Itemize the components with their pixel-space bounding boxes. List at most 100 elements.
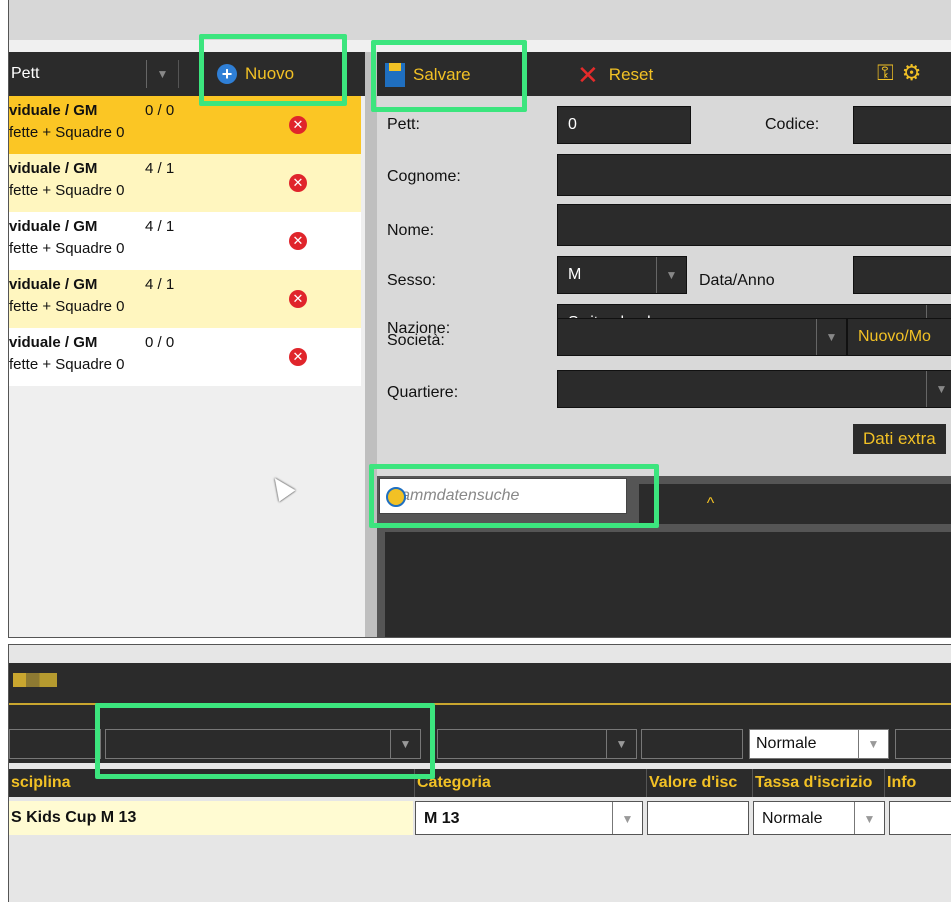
delete-icon[interactable]: ✕: [289, 116, 307, 134]
filter-tax-value: Normale: [756, 735, 817, 752]
discipline-entry-panel: ▼ ▼ Normale ▼ sciplina Categoria Valore …: [8, 644, 951, 902]
nome-input[interactable]: [557, 204, 951, 246]
pett-input-value: 0: [568, 116, 577, 133]
societa-select[interactable]: ▼: [557, 318, 847, 356]
key-search-icon[interactable]: [386, 487, 406, 507]
cell-categoria-select[interactable]: M 13 ▼: [415, 801, 643, 835]
row-subtitle: fette + Squadre 0: [9, 356, 125, 373]
form-toolbar: Salvare ✕ Reset ⚿ ⚙: [377, 52, 951, 96]
window-caption: [9, 0, 951, 40]
tool-icons: ⚿ ⚙: [877, 60, 921, 86]
cognome-input[interactable]: [557, 154, 951, 196]
extra-data-button[interactable]: Dati extra: [853, 424, 946, 454]
row-title: viduale / GM: [9, 334, 98, 351]
cell-categoria-value: M 13: [424, 810, 460, 827]
delete-icon[interactable]: ✕: [289, 232, 307, 250]
row-score: 4 / 1: [145, 218, 175, 235]
save-label: Salvare: [413, 65, 471, 84]
delete-icon[interactable]: ✕: [289, 290, 307, 308]
save-button[interactable]: Salvare: [385, 60, 471, 90]
nome-label: Nome:: [387, 222, 435, 239]
chevron-down-icon[interactable]: ▼: [926, 371, 951, 407]
filter-value-input[interactable]: [641, 729, 743, 759]
row-title: viduale / GM: [9, 276, 98, 293]
chevron-down-icon[interactable]: ▼: [858, 730, 888, 758]
chevron-down-icon[interactable]: ▼: [816, 319, 846, 355]
collapse-bar[interactable]: ^: [639, 484, 951, 524]
row-subtitle: fette + Squadre 0: [9, 298, 125, 315]
societa-label: Società:: [387, 332, 445, 349]
sesso-select-value: M: [568, 266, 582, 283]
quartiere-select[interactable]: ▼: [557, 370, 951, 408]
list-toolbar: Pett ▼ + Nuovo: [9, 52, 365, 96]
filter-select-category[interactable]: ▼: [437, 729, 637, 759]
filter-info-input[interactable]: [895, 729, 951, 759]
participant-row[interactable]: viduale / GM 4 / 1 fette + Squadre 0 ✕: [9, 154, 361, 212]
col-header-valore[interactable]: Valore d'isc: [647, 769, 753, 797]
panel-splitter[interactable]: [365, 52, 377, 637]
key-ring-icon[interactable]: ⚿: [877, 60, 894, 86]
gear-icon[interactable]: ⚙: [902, 60, 922, 86]
delete-icon[interactable]: ✕: [289, 174, 307, 192]
row-subtitle: fette + Squadre 0: [9, 124, 125, 141]
blurred-logo: [13, 673, 57, 687]
chevron-down-icon[interactable]: ▼: [612, 802, 642, 834]
cell-tassa-select[interactable]: Normale ▼: [753, 801, 885, 835]
row-title: viduale / GM: [9, 160, 98, 177]
col-header-disciplina[interactable]: sciplina: [9, 769, 415, 797]
row-title: viduale / GM: [9, 102, 98, 119]
chevron-down-icon[interactable]: ▼: [854, 802, 884, 834]
row-score: 4 / 1: [145, 276, 175, 293]
chevron-down-icon[interactable]: ▼: [656, 257, 686, 293]
divider-line: [9, 703, 951, 705]
sesso-label: Sesso:: [387, 272, 436, 289]
reset-label: Reset: [608, 65, 654, 84]
row-score: 0 / 0: [145, 102, 175, 119]
row-title: viduale / GM: [9, 218, 98, 235]
new-participant-button[interactable]: + Nuovo: [209, 58, 302, 90]
pett-input[interactable]: 0: [557, 106, 691, 144]
plus-icon: +: [217, 64, 237, 84]
cell-valore-input[interactable]: [647, 801, 749, 835]
cell-tassa-value: Normale: [762, 810, 823, 827]
participant-list-panel: Pett ▼ + Nuovo viduale / GM 0 / 0 fette + …: [9, 52, 365, 637]
filter-select-discipline-2[interactable]: ▼: [105, 729, 421, 759]
search-placeholder: Stammdatensuche: [386, 487, 520, 504]
col-header-info[interactable]: Info: [885, 769, 951, 797]
filter-tax-select[interactable]: Normale ▼: [749, 729, 889, 759]
participant-row[interactable]: viduale / GM 4 / 1 fette + Squadre 0 ✕: [9, 212, 361, 270]
sort-select[interactable]: Pett ▼: [9, 60, 179, 88]
extra-data-label: Dati extra: [863, 429, 936, 448]
cell-info-input[interactable]: [889, 801, 951, 835]
floppy-disk-icon: [385, 63, 405, 87]
row-score: 4 / 1: [145, 160, 175, 177]
new-participant-label: Nuovo: [245, 64, 295, 83]
chevron-down-icon[interactable]: ▼: [606, 730, 636, 758]
filter-select-discipline[interactable]: [9, 729, 101, 759]
sesso-select[interactable]: M ▼: [557, 256, 687, 294]
codice-input[interactable]: [853, 106, 951, 144]
reset-button[interactable]: ✕ Reset: [577, 60, 653, 90]
cell-disciplina: S Kids Cup M 13: [9, 801, 413, 835]
sort-select-value: Pett: [11, 65, 40, 82]
participant-row[interactable]: viduale / GM 0 / 0 fette + Squadre 0 ✕: [9, 96, 361, 154]
lower-content: [385, 532, 951, 637]
quartiere-label: Quartiere:: [387, 384, 459, 401]
participant-row[interactable]: viduale / GM 0 / 0 fette + Squadre 0 ✕: [9, 328, 361, 386]
nuovo-societa-label: Nuovo/Mo: [858, 328, 931, 345]
entry-window: Pett ▼ + Nuovo viduale / GM 0 / 0 fette + …: [8, 0, 951, 638]
row-score: 0 / 0: [145, 334, 175, 351]
nuovo-societa-button[interactable]: Nuovo/Mo: [847, 318, 951, 356]
codice-label: Codice:: [765, 116, 820, 133]
delete-icon[interactable]: ✕: [289, 348, 307, 366]
col-header-tassa[interactable]: Tassa d'iscrizio: [753, 769, 885, 797]
participant-form-panel: Salvare ✕ Reset ⚿ ⚙ Pett: 0 Codice: Cogn…: [377, 52, 951, 637]
data-anno-input[interactable]: [853, 256, 951, 294]
col-header-categoria[interactable]: Categoria: [415, 769, 647, 797]
form-fields-lower: Società: ▼ Nuovo/Mo Quartiere: ▼ Dati ex…: [377, 318, 951, 476]
chevron-down-icon[interactable]: ▼: [146, 60, 178, 88]
participant-row[interactable]: viduale / GM 4 / 1 fette + Squadre 0 ✕: [9, 270, 361, 328]
chevron-down-icon[interactable]: ▼: [390, 730, 420, 758]
row-subtitle: fette + Squadre 0: [9, 182, 125, 199]
master-data-search-input[interactable]: Stammdatensuche: [379, 478, 627, 514]
